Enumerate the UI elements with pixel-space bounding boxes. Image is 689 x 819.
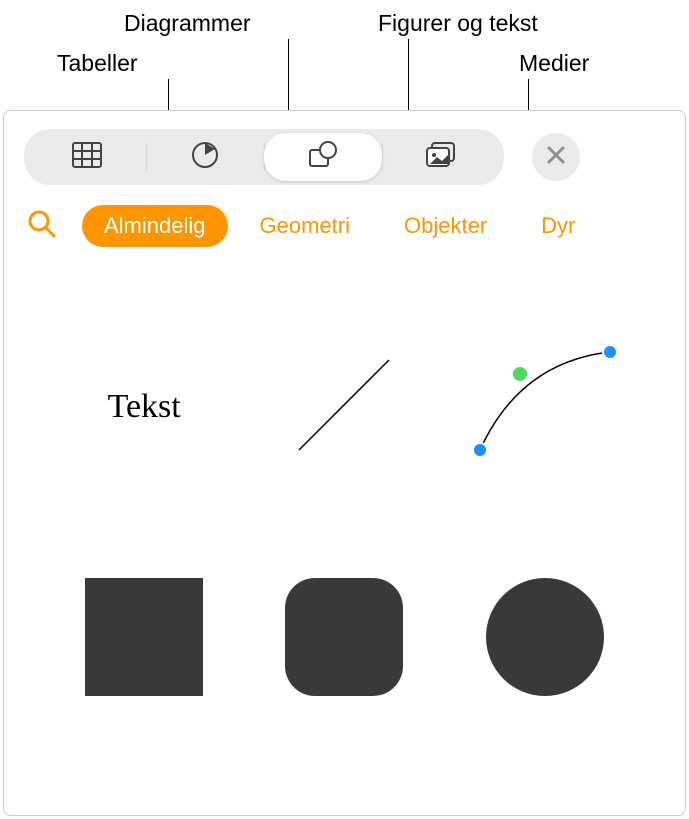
seg-charts-button[interactable]	[146, 133, 264, 181]
seg-media-button[interactable]	[382, 133, 500, 181]
shape-text[interactable]: Tekst	[74, 337, 214, 477]
shape-rounded-square[interactable]	[274, 567, 414, 707]
square-shape-icon	[85, 578, 203, 696]
media-icon	[424, 141, 458, 174]
callout-tables-label: Tabeller	[57, 50, 138, 77]
shape-curve[interactable]	[475, 337, 615, 477]
toolbar	[4, 111, 685, 185]
shape-line[interactable]	[274, 337, 414, 477]
shape-square[interactable]	[74, 567, 214, 707]
category-tabs-row: Almindelig Geometri Objekter Dyr	[4, 185, 685, 247]
callout-media-label: Medier	[519, 50, 589, 77]
segmented-control	[24, 129, 504, 185]
search-icon	[27, 209, 57, 244]
callout-charts-label: Diagrammer	[124, 10, 251, 37]
callout-shapes-text-label: Figurer og tekst	[378, 10, 538, 37]
search-button[interactable]	[24, 208, 60, 244]
tab-animals[interactable]: Dyr	[519, 205, 597, 247]
line-icon	[284, 345, 404, 470]
callouts-layer: Tabeller Diagrammer Figurer og tekst Med…	[0, 0, 689, 110]
close-button[interactable]	[532, 133, 580, 181]
text-shape-label: Tekst	[108, 388, 181, 426]
rounded-square-shape-icon	[285, 578, 403, 696]
circle-shape-icon	[486, 578, 604, 696]
tab-geometry[interactable]: Geometri	[238, 205, 372, 247]
shape-circle[interactable]	[475, 567, 615, 707]
seg-shapes-button[interactable]	[264, 133, 382, 181]
tab-objects[interactable]: Objekter	[382, 205, 509, 247]
curve-icon	[465, 340, 625, 475]
shapes-grid: Tekst	[4, 247, 685, 757]
close-icon	[545, 144, 567, 171]
insert-panel: Almindelig Geometri Objekter Dyr Tekst	[3, 110, 686, 816]
tab-basic[interactable]: Almindelig	[82, 205, 228, 247]
pie-chart-icon	[190, 140, 220, 175]
seg-tables-button[interactable]	[28, 133, 146, 181]
shapes-icon	[306, 140, 340, 175]
category-tabs: Almindelig Geometri Objekter Dyr	[82, 205, 597, 247]
table-icon	[71, 141, 103, 174]
